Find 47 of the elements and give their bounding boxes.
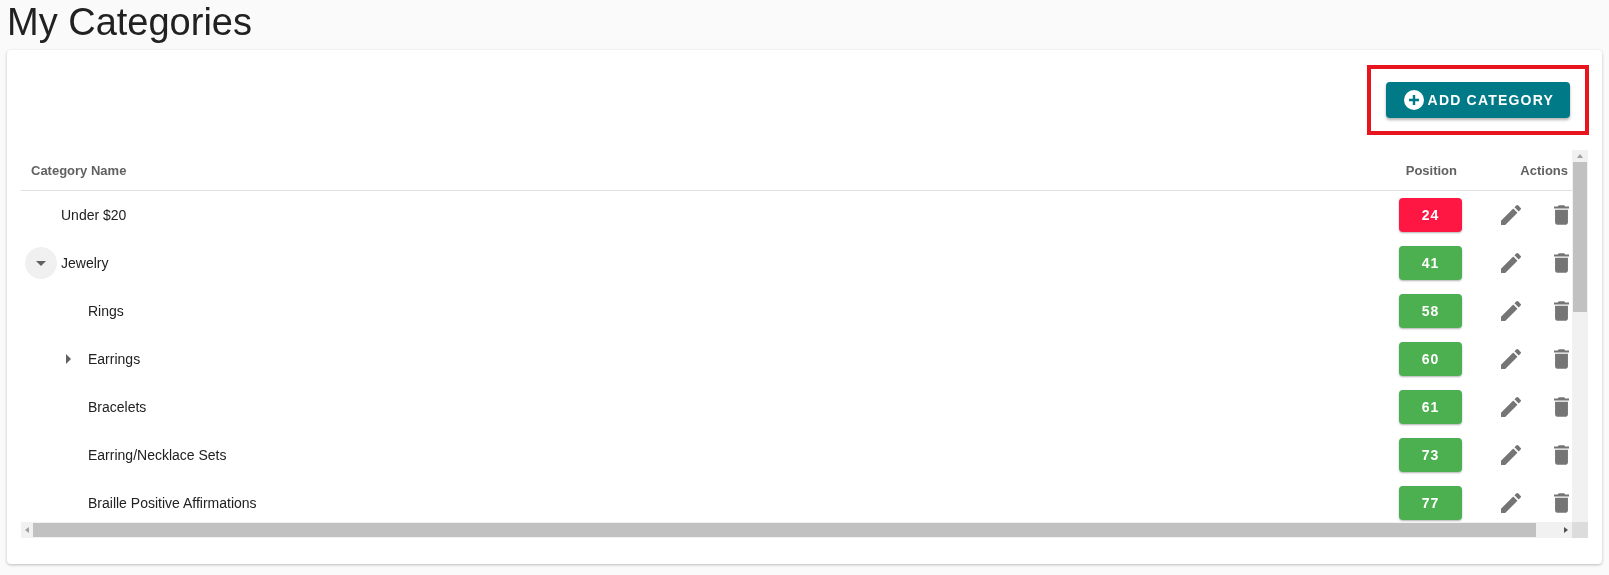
edit-icon — [1501, 205, 1521, 225]
position-badge: 41 — [1399, 246, 1462, 280]
edit-button[interactable] — [1500, 444, 1522, 466]
page-title: My Categories — [7, 0, 253, 45]
edit-button[interactable] — [1500, 492, 1522, 514]
caret-down-icon — [36, 258, 46, 268]
edit-button[interactable] — [1500, 252, 1522, 274]
position-badge: 58 — [1399, 294, 1462, 328]
plus-circle-icon — [1403, 90, 1424, 110]
category-name: Earrings — [88, 351, 141, 367]
edit-button[interactable] — [1500, 204, 1522, 226]
edit-icon — [1501, 349, 1521, 369]
category-name: Earring/Necklace Sets — [88, 447, 227, 463]
delete-icon — [1553, 397, 1569, 417]
edit-button[interactable] — [1500, 396, 1522, 418]
edit-icon — [1501, 493, 1521, 513]
delete-icon — [1553, 493, 1569, 513]
edit-button[interactable] — [1500, 300, 1522, 322]
edit-icon — [1501, 301, 1521, 321]
category-name: Bracelets — [88, 399, 147, 415]
position-badge: 60 — [1399, 342, 1462, 376]
edit-icon — [1501, 445, 1521, 465]
collapse-button[interactable] — [25, 247, 57, 279]
edit-button[interactable] — [1500, 348, 1522, 370]
position-badge: 73 — [1399, 438, 1462, 472]
add-category-button[interactable]: ADD CATEGORY — [1385, 82, 1570, 118]
category-name: Braille Positive Affirmations — [88, 495, 257, 511]
vertical-scrollbar[interactable] — [1572, 150, 1588, 522]
position-badge: 61 — [1399, 390, 1462, 424]
delete-icon — [1553, 301, 1569, 321]
category-name: Rings — [88, 303, 124, 319]
delete-icon — [1553, 445, 1569, 465]
column-header: Actions — [1520, 162, 1569, 178]
horizontal-scrollbar[interactable] — [21, 522, 1572, 538]
delete-icon — [1553, 205, 1569, 225]
category-name: Jewelry — [61, 255, 109, 271]
caret-right-icon — [63, 354, 73, 364]
delete-icon — [1553, 253, 1569, 273]
category-name: Under $20 — [61, 207, 127, 223]
edit-icon — [1501, 397, 1521, 417]
scrollbar-corner — [1572, 522, 1588, 538]
column-header: Category Name — [30, 162, 128, 178]
delete-icon — [1553, 349, 1569, 369]
position-badge: 24 — [1399, 198, 1462, 232]
position-badge: 77 — [1399, 486, 1462, 520]
column-header: Position — [1405, 162, 1457, 178]
edit-icon — [1501, 253, 1521, 273]
